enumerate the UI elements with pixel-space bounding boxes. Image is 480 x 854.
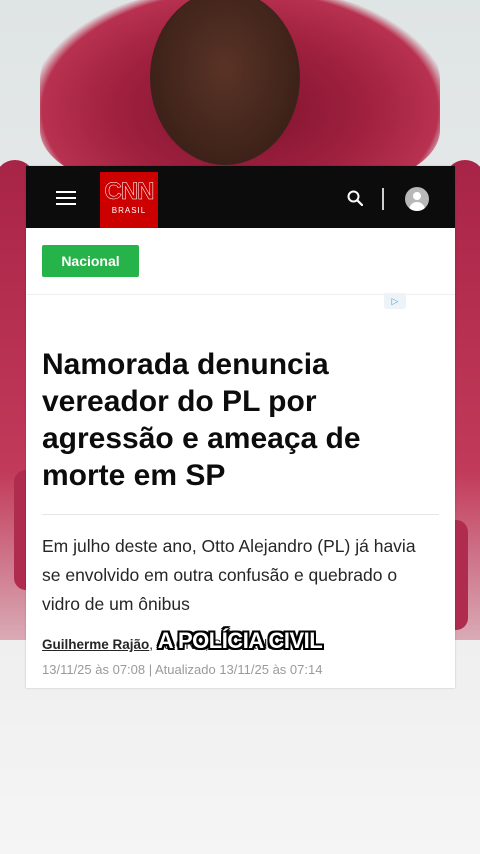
divider <box>42 514 439 515</box>
account-icon[interactable] <box>405 187 429 211</box>
search-icon[interactable] <box>347 190 363 206</box>
logo-text: CNN <box>104 178 155 205</box>
logo-subtext: BRASIL <box>111 206 147 215</box>
hamburger-menu-icon[interactable] <box>56 191 76 205</box>
article-headline: Namorada denuncia vereador do PL por agr… <box>42 348 361 492</box>
author-link[interactable]: Guilherme Rajão <box>42 637 149 652</box>
byline: Guilherme Rajão, da CNN, São Paulo <box>42 637 275 652</box>
byline-rest: , da CNN, São Paulo <box>149 637 275 652</box>
category-badge[interactable]: Nacional <box>42 245 139 277</box>
cnn-brasil-logo[interactable]: CNN BRASIL <box>100 172 158 228</box>
header-divider <box>382 188 384 210</box>
site-header: CNN BRASIL <box>26 166 455 228</box>
adchoices-icon[interactable]: ▷ <box>384 293 406 309</box>
article-screenshot: CNN BRASIL Nacional ▷ Namorada denuncia … <box>26 166 455 688</box>
publish-dates: 13/11/25 às 07:08 | Atualizado 13/11/25 … <box>42 662 323 677</box>
article-subheadline: Em julho deste ano, Otto Alejandro (PL) … <box>42 536 416 614</box>
